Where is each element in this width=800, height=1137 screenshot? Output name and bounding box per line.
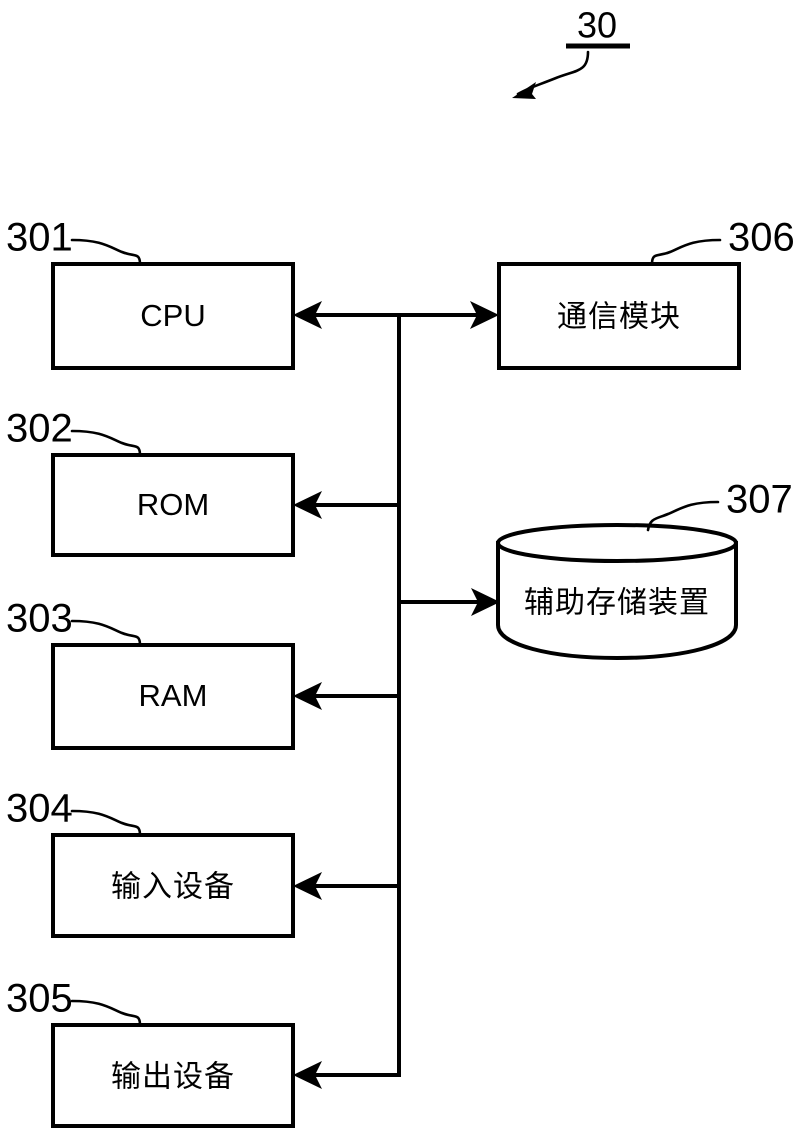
block-cpu-group: CPU 301 (6, 216, 295, 370)
block-diagram: 30 CPU 301 通信模块 306 ROM 302 辅助存储装置 307 R… (6, 5, 795, 1128)
leader-line-304 (70, 809, 142, 837)
block-ram-label: RAM (139, 678, 208, 713)
block-output-device-group: 输出设备 305 (6, 977, 295, 1128)
connection-bus-auxiliary-storage (399, 588, 500, 616)
ref-number-305: 305 (6, 977, 73, 1021)
block-ram-group: RAM 303 (6, 597, 295, 750)
block-auxiliary-storage-top-ellipse (496, 523, 738, 563)
connection-bus-input-device (293, 872, 399, 900)
ref-number-301: 301 (6, 216, 73, 260)
ref-number-306: 306 (728, 216, 795, 260)
block-auxiliary-storage-group: 辅助存储装置 307 (496, 478, 793, 661)
figure-number-label: 30 (577, 5, 617, 46)
leader-line-306 (650, 238, 722, 266)
connection-bus-rom (293, 491, 399, 519)
leader-line-302 (70, 429, 142, 457)
ref-number-302: 302 (6, 407, 73, 451)
block-input-device-label: 输入设备 (111, 870, 235, 905)
patent-figure-canvas: 30 CPU 301 通信模块 306 ROM 302 辅助存储装置 307 R… (0, 0, 800, 1137)
leader-line-305 (70, 999, 142, 1027)
ref-number-303: 303 (6, 597, 73, 641)
ref-number-307: 307 (726, 478, 793, 522)
block-rom-group: ROM 302 (6, 407, 295, 557)
figure-pointer-arrowhead (512, 82, 536, 99)
block-input-device-group: 输入设备 304 (6, 787, 295, 938)
connection-bus-output-device (293, 1061, 401, 1089)
figure-number-group: 30 (512, 5, 630, 99)
block-output-device-label: 输出设备 (111, 1060, 235, 1095)
block-auxiliary-storage-label: 辅助存储装置 (524, 586, 710, 621)
leader-line-301 (70, 238, 142, 266)
connection-cpu-bus-comm (293, 301, 499, 329)
connection-bus-ram (293, 682, 399, 710)
leader-line-303 (70, 619, 142, 647)
ref-number-304: 304 (6, 787, 73, 831)
block-communication-module-label: 通信模块 (557, 300, 681, 335)
block-cpu-label: CPU (140, 298, 205, 333)
block-communication-module-group: 通信模块 306 (497, 216, 795, 370)
block-rom-label: ROM (137, 487, 209, 522)
